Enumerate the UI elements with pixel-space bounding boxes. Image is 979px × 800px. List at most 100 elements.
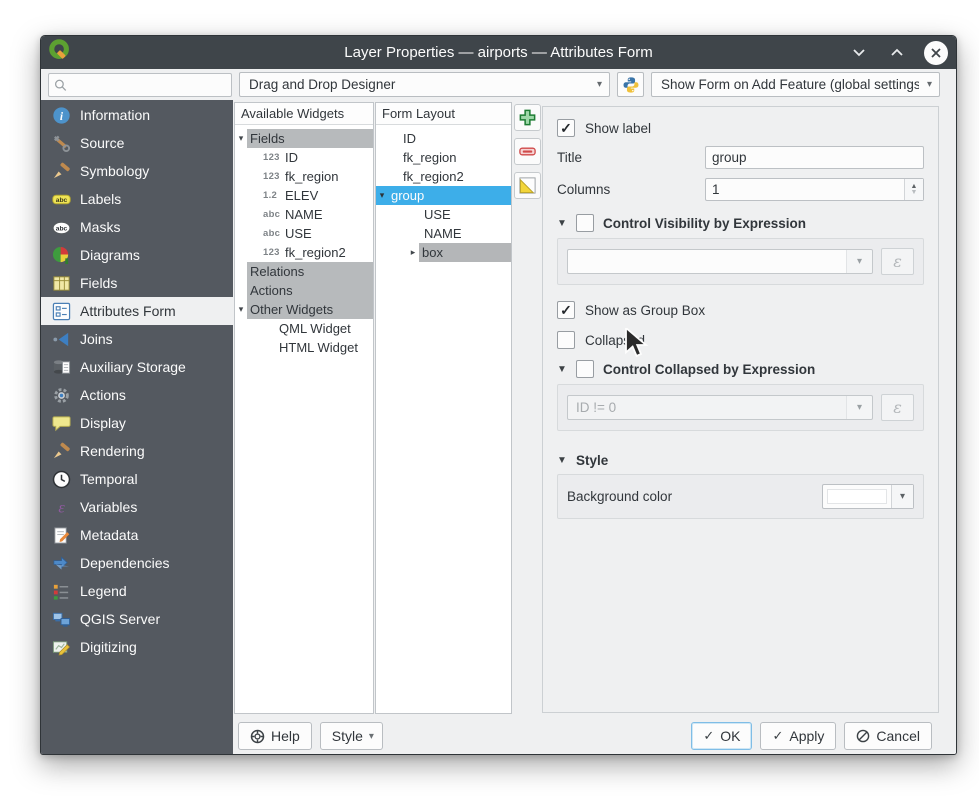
tree-row[interactable]: ▸box (376, 243, 511, 262)
designer-select[interactable]: Drag and Drop Designer ▾ (239, 72, 610, 97)
section-chevron-icon[interactable]: ▼ (557, 364, 567, 375)
sidebar-item-diagrams[interactable]: Diagrams (41, 241, 233, 269)
sidebar-item-symbology[interactable]: Symbology (41, 157, 233, 185)
symbology-brush-icon (51, 161, 71, 181)
tree-row[interactable]: ▾Other Widgets (235, 300, 373, 319)
sidebar-item-auxiliary-storage[interactable]: Auxiliary Storage (41, 353, 233, 381)
sidebar-item-attributes-form[interactable]: Attributes Form (41, 297, 233, 325)
tree-row[interactable]: 123fk_region2 (235, 243, 373, 262)
tree-row[interactable]: HTML Widget (235, 338, 373, 357)
invert-selection-button[interactable] (514, 172, 541, 199)
check-icon: ✓ (772, 728, 783, 744)
show-form-select[interactable]: Show Form on Add Feature (global setting… (651, 72, 940, 97)
remove-element-button[interactable] (514, 138, 541, 165)
tree-row[interactable]: abcUSE (235, 224, 373, 243)
show-label-checkbox[interactable]: ✓ (557, 119, 575, 137)
sidebar-item-display[interactable]: Display (41, 409, 233, 437)
sidebar-item-labels[interactable]: abcLabels (41, 185, 233, 213)
visibility-expression-frame: ▾ ε (557, 238, 924, 285)
sidebar-item-dependencies[interactable]: Dependencies (41, 549, 233, 577)
tree-row[interactable]: Relations (235, 262, 373, 281)
chevron-down-icon: ▾ (846, 396, 872, 419)
python-init-button[interactable] (617, 72, 644, 97)
source-icon (51, 133, 71, 153)
chevron-down-icon[interactable]: ▾ (846, 250, 872, 273)
svg-text:abc: abc (55, 197, 67, 204)
form-layout-header: Form Layout (376, 103, 511, 125)
apply-button[interactable]: ✓Apply (760, 722, 836, 750)
tree-row[interactable]: 123fk_region (235, 167, 373, 186)
chevron-expanded-icon[interactable]: ▾ (235, 304, 247, 315)
titlebar[interactable]: Layer Properties — airports — Attributes… (41, 36, 956, 69)
tree-row[interactable]: abcNAME (235, 205, 373, 224)
page: Layer Properties — airports — Attributes… (0, 0, 979, 800)
sidebar-item-fields[interactable]: Fields (41, 269, 233, 297)
sidebar-item-qgis-server[interactable]: QGIS Server (41, 605, 233, 633)
digitizing-icon (51, 637, 71, 657)
tree-row[interactable]: ▾Fields (235, 129, 373, 148)
search-input[interactable] (71, 77, 226, 92)
tree-row[interactable]: 123ID (235, 148, 373, 167)
style-button[interactable]: Style ▾ (320, 722, 383, 750)
tree-row[interactable]: fk_region2 (376, 167, 511, 186)
spinbox-arrows[interactable]: ▲▼ (904, 179, 923, 200)
style-frame: Background color ▾ (557, 474, 924, 519)
svg-text:ε: ε (58, 499, 65, 516)
visibility-expression-checkbox[interactable] (576, 214, 594, 232)
form-layout-tree[interactable]: ID fk_region fk_region2 ▾group USE NAME … (376, 125, 511, 262)
joins-icon (51, 329, 71, 349)
tree-row[interactable]: fk_region (376, 148, 511, 167)
collapsed-expression-combo[interactable]: ID != 0 ▾ (567, 395, 873, 420)
sidebar-item-temporal[interactable]: Temporal (41, 465, 233, 493)
tree-row[interactable]: Actions (235, 281, 373, 300)
columns-spinbox[interactable] (705, 178, 924, 201)
chevron-down-icon: ▾ (919, 79, 932, 90)
chevron-expanded-icon[interactable]: ▾ (376, 190, 388, 201)
sidebar-item-variables[interactable]: εVariables (41, 493, 233, 521)
show-group-box-checkbox[interactable]: ✓ (557, 301, 575, 319)
sidebar-item-joins[interactable]: Joins (41, 325, 233, 353)
expression-builder-button[interactable]: ε (881, 248, 914, 275)
chevron-down-icon: ▾ (369, 731, 374, 742)
sidebar-item-masks[interactable]: abcMasks (41, 213, 233, 241)
unshade-icon[interactable] (886, 42, 908, 64)
sidebar-item-digitizing[interactable]: Digitizing (41, 633, 233, 661)
tree-row-selected[interactable]: ▾group (376, 186, 511, 205)
tree-row[interactable]: 1.2ELEV (235, 186, 373, 205)
chevron-collapsed-icon[interactable]: ▸ (407, 247, 419, 258)
tree-row[interactable]: QML Widget (235, 319, 373, 338)
cancel-button[interactable]: Cancel (844, 722, 932, 750)
form-layout-panel: Form Layout ID fk_region fk_region2 ▾gro… (375, 102, 512, 714)
chevron-down-icon[interactable]: ▾ (891, 485, 913, 508)
expression-builder-button[interactable]: ε (881, 394, 914, 421)
sidebar-item-rendering[interactable]: Rendering (41, 437, 233, 465)
close-icon[interactable] (924, 41, 948, 65)
background-color-label: Background color (567, 489, 672, 504)
sidebar-item-source[interactable]: Source (41, 129, 233, 157)
available-widgets-tree[interactable]: ▾Fields 123ID 123fk_region 1.2ELEV abcNA… (235, 125, 373, 357)
sidebar-item-legend[interactable]: Legend (41, 577, 233, 605)
tree-row[interactable]: USE (376, 205, 511, 224)
collapsed-checkbox[interactable] (557, 331, 575, 349)
chevron-expanded-icon[interactable]: ▾ (235, 133, 247, 144)
visibility-expression-combo[interactable]: ▾ (567, 249, 873, 274)
collapsed-expression-checkbox[interactable] (576, 360, 594, 378)
section-chevron-icon[interactable]: ▼ (557, 455, 567, 466)
search-box[interactable] (48, 73, 232, 97)
title-input[interactable] (705, 146, 924, 169)
columns-label: Columns (557, 182, 705, 197)
background-color-button[interactable]: ▾ (822, 484, 914, 509)
yellow-triangle-icon (518, 176, 537, 195)
toolbar: Drag and Drop Designer ▾ Show Form on Ad… (41, 69, 956, 100)
sidebar-item-information[interactable]: iInformation (41, 101, 233, 129)
add-element-button[interactable] (514, 104, 541, 131)
sidebar-item-actions[interactable]: Actions (41, 381, 233, 409)
ok-button[interactable]: ✓OK (691, 722, 752, 750)
shade-icon[interactable] (848, 42, 870, 64)
help-button[interactable]: Help (238, 722, 312, 750)
tree-row[interactable]: ID (376, 129, 511, 148)
section-chevron-icon[interactable]: ▼ (557, 218, 567, 229)
sidebar-item-metadata[interactable]: Metadata (41, 521, 233, 549)
tree-row[interactable]: NAME (376, 224, 511, 243)
spin-down-icon[interactable]: ▼ (911, 190, 918, 196)
